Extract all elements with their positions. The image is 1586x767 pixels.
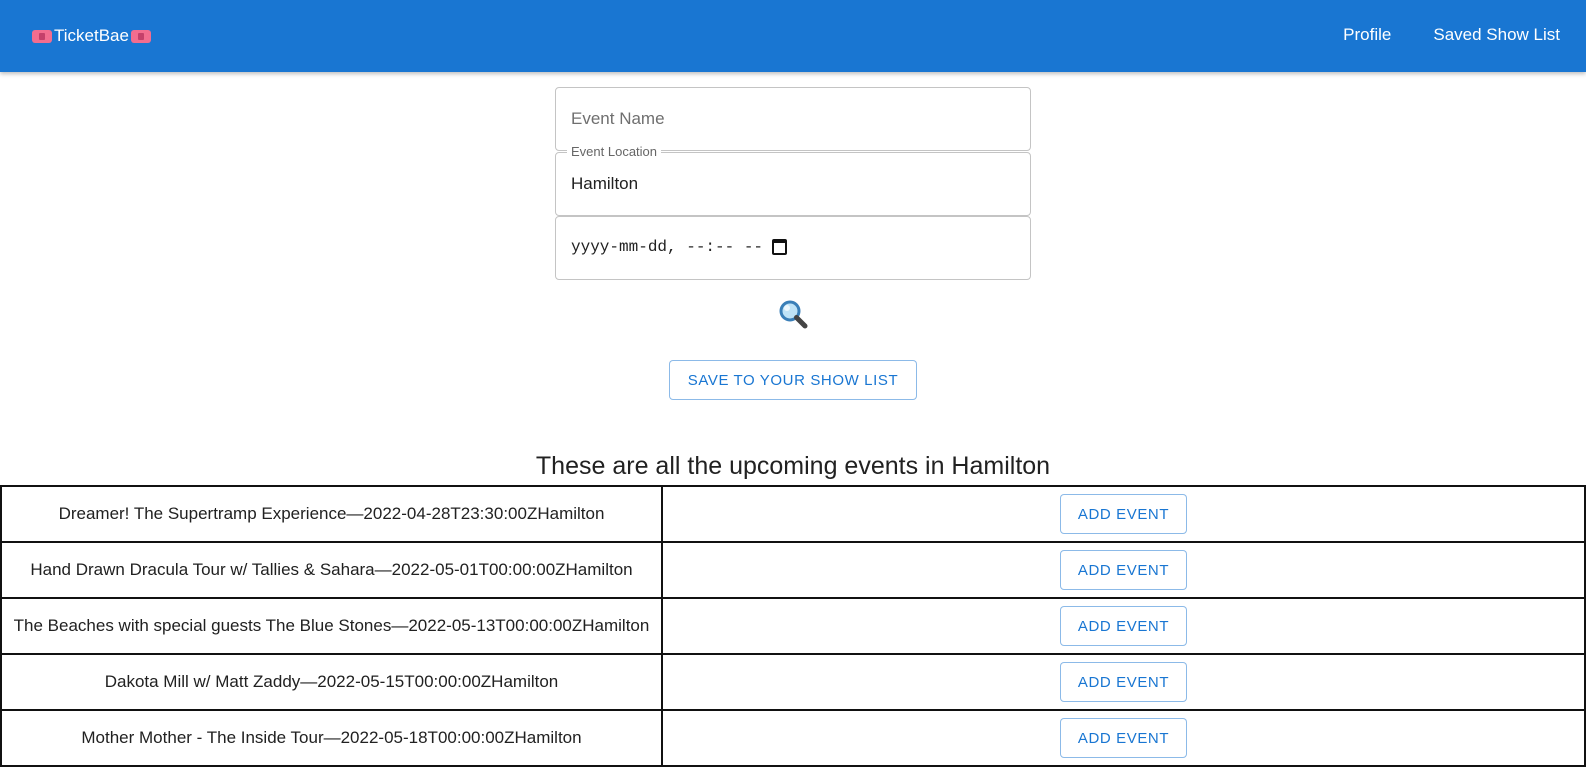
- event-action-cell: ADD EVENT: [661, 597, 1586, 655]
- nav-saved-show-list[interactable]: Saved Show List: [1433, 25, 1560, 45]
- event-action-cell: ADD EVENT: [661, 485, 1586, 543]
- add-event-button[interactable]: ADD EVENT: [1060, 606, 1187, 646]
- event-date-field[interactable]: yyyy-mm-dd, --:-- --: [555, 216, 1031, 280]
- save-to-show-list-button[interactable]: SAVE TO YOUR SHOW LIST: [669, 360, 917, 400]
- event-location-field: Event Location: [555, 145, 1031, 216]
- app-bar: TicketBae Profile Saved Show List: [0, 0, 1586, 72]
- table-row: The Beaches with special guests The Blue…: [0, 597, 1586, 655]
- event-date-input[interactable]: yyyy-mm-dd, --:-- --: [571, 238, 763, 256]
- ticket-icon: [32, 29, 52, 43]
- event-location-input[interactable]: [571, 153, 1011, 215]
- results-heading: These are all the upcoming events in Ham…: [535, 452, 1051, 480]
- event-name-cell: Mother Mother - The Inside Tour—2022-05-…: [0, 709, 663, 767]
- search-button[interactable]: [778, 299, 808, 329]
- event-action-cell: ADD EVENT: [661, 541, 1586, 599]
- table-row: Hand Drawn Dracula Tour w/ Tallies & Sah…: [0, 541, 1586, 599]
- event-action-cell: ADD EVENT: [661, 709, 1586, 767]
- add-event-button[interactable]: ADD EVENT: [1060, 662, 1187, 702]
- event-name-cell: Dreamer! The Supertramp Experience—2022-…: [0, 485, 663, 543]
- add-event-button[interactable]: ADD EVENT: [1060, 494, 1187, 534]
- event-name-field: [555, 87, 1031, 151]
- event-name-cell: The Beaches with special guests The Blue…: [0, 597, 663, 655]
- ticket-icon: [130, 29, 151, 43]
- event-name-cell: Hand Drawn Dracula Tour w/ Tallies & Sah…: [0, 541, 663, 599]
- top-nav: Profile Saved Show List: [1343, 25, 1560, 45]
- event-action-cell: ADD EVENT: [661, 653, 1586, 711]
- nav-profile[interactable]: Profile: [1343, 25, 1391, 45]
- brand-title: TicketBae: [54, 26, 129, 45]
- table-row: Mother Mother - The Inside Tour—2022-05-…: [0, 709, 1586, 767]
- table-row: Dreamer! The Supertramp Experience—2022-…: [0, 485, 1586, 543]
- brand[interactable]: TicketBae: [32, 26, 151, 46]
- event-name-cell: Dakota Mill w/ Matt Zaddy—2022-05-15T00:…: [0, 653, 663, 711]
- magnifying-glass-icon: [779, 300, 808, 329]
- add-event-button[interactable]: ADD EVENT: [1060, 550, 1187, 590]
- add-event-button[interactable]: ADD EVENT: [1060, 718, 1187, 758]
- calendar-icon[interactable]: [772, 239, 787, 255]
- event-name-input[interactable]: [571, 88, 1011, 150]
- events-table: Dreamer! The Supertramp Experience—2022-…: [0, 485, 1586, 767]
- table-row: Dakota Mill w/ Matt Zaddy—2022-05-15T00:…: [0, 653, 1586, 711]
